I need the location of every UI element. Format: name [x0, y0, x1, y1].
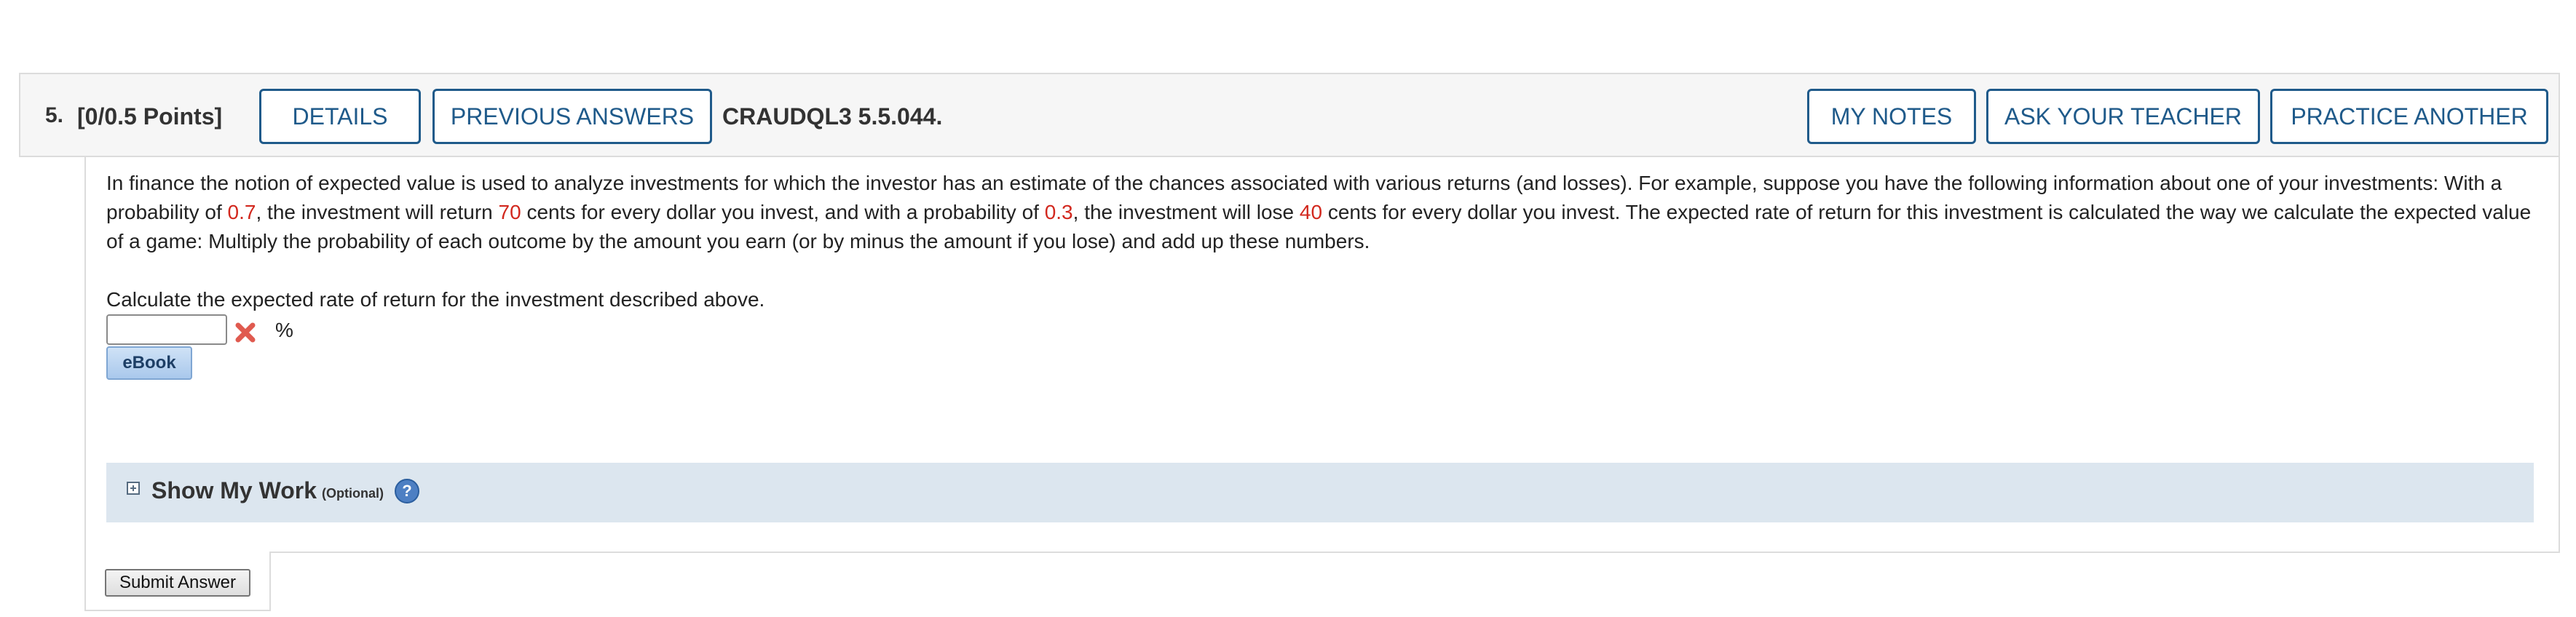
optional-label: (Optional) [322, 486, 384, 501]
previous-answers-button[interactable]: PREVIOUS ANSWERS [432, 89, 712, 144]
loss-cents-value: 40 [1299, 201, 1323, 223]
answer-input[interactable] [106, 314, 227, 345]
my-notes-button[interactable]: MY NOTES [1807, 89, 1976, 144]
percent-unit: % [275, 319, 293, 341]
question-header: 5. [0/0.5 Points] DETAILS PREVIOUS ANSWE… [19, 73, 2560, 157]
ebook-button[interactable]: eBook [106, 346, 192, 380]
probability-win-value: 0.7 [227, 201, 256, 223]
practice-another-button[interactable]: PRACTICE ANOTHER [2270, 89, 2548, 144]
details-button[interactable]: DETAILS [259, 89, 421, 144]
return-cents-value: 70 [498, 201, 521, 223]
question-code: CRAUDQL3 5.5.044. [722, 103, 943, 130]
show-my-work-title[interactable]: Show My Work [151, 477, 317, 504]
question-text-part: , the investment will lose [1072, 201, 1300, 223]
question-text: In finance the notion of expected value … [106, 169, 2538, 256]
question-text-part: , the investment will return [256, 201, 499, 223]
show-my-work-panel: Show My Work (Optional) ? [106, 463, 2534, 522]
submit-answer-button[interactable]: Submit Answer [105, 569, 250, 597]
question-number: 5. [45, 103, 64, 127]
incorrect-x-icon [235, 322, 256, 343]
probability-lose-value: 0.3 [1044, 201, 1073, 223]
question-prompt: Calculate the expected rate of return fo… [106, 288, 765, 311]
ask-your-teacher-button[interactable]: ASK YOUR TEACHER [1986, 89, 2260, 144]
question-points: [0/0.5 Points] [77, 103, 223, 130]
help-icon[interactable]: ? [395, 479, 419, 503]
question-text-part: cents for every dollar you invest, and w… [521, 201, 1045, 223]
expand-plus-icon[interactable] [127, 482, 140, 495]
